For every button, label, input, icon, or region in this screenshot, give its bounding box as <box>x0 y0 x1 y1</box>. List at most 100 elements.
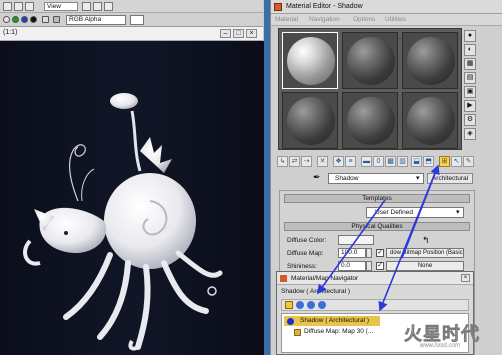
get-material-icon[interactable]: ↳ <box>277 156 288 167</box>
template-arrow-icon: ▾ <box>456 209 460 216</box>
green-channel-icon[interactable] <box>12 16 19 23</box>
make-copy-icon[interactable]: ❖ <box>333 156 344 167</box>
sample-slot-3[interactable] <box>402 32 458 89</box>
material-name-field[interactable]: Shadow <box>328 173 424 184</box>
sample-slot-5[interactable] <box>342 92 398 149</box>
video-check-icon[interactable]: ▣ <box>464 86 476 98</box>
templates-rollout-header[interactable]: Templates <box>284 194 470 203</box>
channel-toolbar: RGB Alpha <box>0 13 263 27</box>
make-unique-icon[interactable]: ≡ <box>345 156 356 167</box>
print-icon[interactable] <box>104 2 113 11</box>
material-type-button[interactable]: Architectural <box>427 173 473 184</box>
uv-tiling-icon[interactable]: ▤ <box>464 72 476 84</box>
diffuse-map-label: Diffuse Map: <box>287 250 324 257</box>
pick-material-icon[interactable]: ↖ <box>451 156 462 167</box>
view-list-icon[interactable] <box>285 301 293 309</box>
navigator-toolbar <box>281 299 469 311</box>
menu-navigation[interactable]: Navigation <box>309 16 340 23</box>
show-end-result-icon[interactable]: ▥ <box>397 156 408 167</box>
put-to-library-icon[interactable]: ▬ <box>361 156 372 167</box>
map-icon <box>294 329 301 336</box>
diffuse-color-swatch[interactable] <box>338 235 374 245</box>
navigator-close-button[interactable]: × <box>461 274 470 282</box>
clear-icon[interactable] <box>53 16 60 23</box>
render-icon[interactable] <box>3 2 12 11</box>
navigator-current-material: Shadow ( Architectural ) <box>281 288 351 295</box>
shininess-spinner[interactable] <box>366 261 372 271</box>
diffuse-map-checkbox[interactable]: ✓ <box>376 249 384 257</box>
make-preview-icon[interactable]: ▶ <box>464 100 476 112</box>
diffuse-map-amount[interactable]: 100.0 <box>338 248 366 258</box>
material-navigator-icon[interactable]: ⊞ <box>439 156 450 167</box>
show-map-icon[interactable]: ▩ <box>385 156 396 167</box>
shininess-map-button[interactable]: None <box>386 261 464 271</box>
sample-slot-1[interactable] <box>282 32 338 89</box>
go-to-parent-icon[interactable]: ⬓ <box>411 156 422 167</box>
menu-material[interactable]: Material <box>275 16 298 23</box>
viewport-toolbar: View <box>0 0 263 13</box>
shininess-label: Shininess: <box>287 263 317 270</box>
material-name-row: ✒ Shadow ▾ Architectural <box>277 171 501 186</box>
diffuse-map-button[interactable]: dow Bitmap Position (Basic) <box>386 248 464 258</box>
mono-icon[interactable] <box>42 16 49 23</box>
assign-material-icon[interactable]: ⇢ <box>301 156 312 167</box>
white-channel-icon[interactable] <box>3 16 10 23</box>
editor-toolbar: ↳ ⇄ ⇢ ✕ ❖ ≡ ▬ 0 ▩ ▥ ⬓ ⬒ ⊞ ↖ ✎ <box>277 155 501 169</box>
material-effects-icon[interactable]: 0 <box>373 156 384 167</box>
put-material-icon[interactable]: ⇄ <box>289 156 300 167</box>
viewport-icon[interactable] <box>25 2 34 11</box>
maximize-button[interactable]: □ <box>233 29 244 38</box>
minimize-button[interactable]: – <box>220 29 231 38</box>
template-select[interactable]: User Defined <box>366 207 464 218</box>
close-button[interactable]: × <box>246 29 257 38</box>
shininess-amount[interactable]: 0.0 <box>338 261 366 271</box>
frame-label: (1:1) <box>3 29 18 36</box>
sample-slot-6[interactable] <box>402 92 458 149</box>
menu-utilities[interactable]: Utilities <box>385 16 406 23</box>
clone-icon[interactable] <box>93 2 102 11</box>
navigator-titlebar: Material/Map Navigator × <box>277 272 473 285</box>
eyedropper-icon[interactable]: ✒ <box>313 172 323 183</box>
tree-item-diffuse-map[interactable]: Diffuse Map: Map 30 (... <box>294 327 373 337</box>
backlight-icon[interactable]: ◐ <box>464 44 476 56</box>
color-swatch[interactable] <box>130 15 144 25</box>
menu-options[interactable]: Options <box>353 16 375 23</box>
dropdown-arrow-icon[interactable]: ▾ <box>416 174 420 182</box>
material-editor-titlebar: Material Editor - Shadow <box>271 0 502 14</box>
background-icon[interactable]: ▦ <box>464 58 476 70</box>
tree-item-shadow[interactable]: Shadow ( Architectural ) <box>284 316 380 326</box>
view-small-icons-icon[interactable] <box>296 301 304 309</box>
sample-slot-2[interactable] <box>342 32 398 89</box>
channel-select[interactable]: RGB Alpha <box>66 15 126 25</box>
side-toolbar: ● ◐ ▦ ▤ ▣ ▶ ⚙ ◈ <box>463 28 478 150</box>
diffuse-map-spinner[interactable] <box>366 248 372 258</box>
diffuse-color-label: Diffuse Color: <box>287 237 327 244</box>
lock-icon[interactable] <box>82 2 91 11</box>
sample-slots <box>278 28 462 150</box>
go-forward-icon[interactable]: ⬒ <box>423 156 434 167</box>
select-by-material-icon[interactable]: ◈ <box>464 128 476 140</box>
reset-map-icon[interactable]: ✕ <box>317 156 328 167</box>
view-select[interactable]: View <box>44 2 78 11</box>
blue-channel-icon[interactable] <box>21 16 28 23</box>
rendered-creature-image <box>0 41 264 355</box>
render-viewport[interactable] <box>0 41 264 355</box>
view-icons-only-icon[interactable] <box>318 301 326 309</box>
tree-item-diffuse-map-label: Diffuse Map: Map 30 (... <box>304 328 374 335</box>
material-sphere-icon <box>287 318 294 325</box>
region-icon[interactable] <box>14 2 23 11</box>
alpha-channel-icon[interactable] <box>30 16 37 23</box>
options-icon[interactable]: ⚙ <box>464 114 476 126</box>
sample-type-icon[interactable]: ● <box>464 30 476 42</box>
sample-slot-4[interactable] <box>282 92 338 149</box>
map-icon[interactable]: ✎ <box>463 156 474 167</box>
view-large-icons-icon[interactable] <box>307 301 315 309</box>
navigator-title: Material/Map Navigator <box>291 275 359 282</box>
app-icon <box>274 3 282 11</box>
shininess-checkbox[interactable]: ✓ <box>376 262 384 270</box>
physical-qualities-header[interactable]: Physical Qualities <box>284 222 470 231</box>
navigator-app-icon <box>280 275 287 282</box>
watermark-logo: 火星时代 www.hxsd.com <box>382 318 502 355</box>
set-color-to-texture-icon[interactable]: ↰ <box>422 235 436 245</box>
watermark-url: www.hxsd.com <box>420 343 461 349</box>
